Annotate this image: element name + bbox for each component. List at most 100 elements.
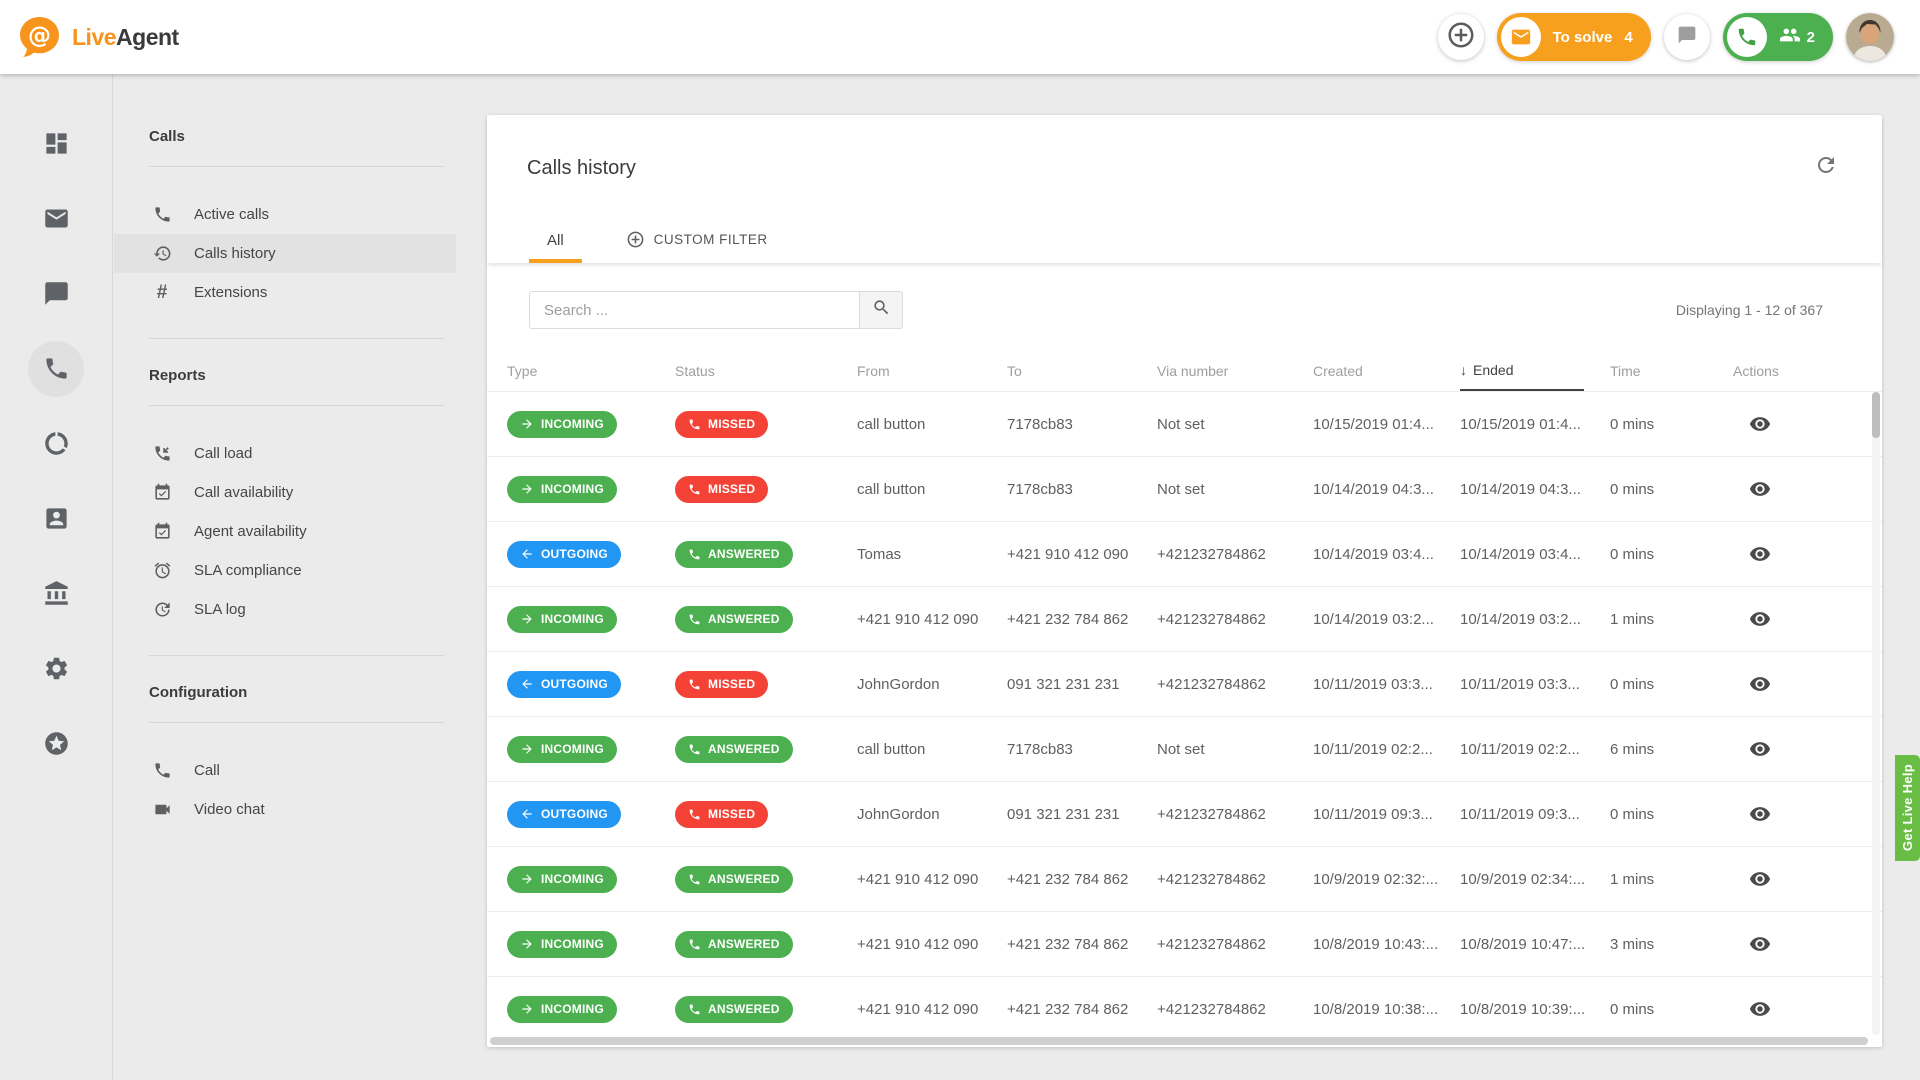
sidebar-item-label: SLA compliance [194, 562, 302, 579]
rail-item-reports[interactable] [0, 406, 112, 481]
column-header-type[interactable]: Type [507, 363, 675, 379]
vertical-scrollbar-thumb[interactable] [1872, 392, 1880, 438]
sidebar-item-call-availability[interactable]: Call availability [114, 473, 456, 512]
column-header-via-number[interactable]: Via number [1157, 363, 1313, 379]
eye-icon [1749, 868, 1771, 890]
sidebar-item-sla-log[interactable]: SLA log [114, 590, 456, 629]
cell-ended: 10/14/2019 03:2... [1460, 611, 1610, 628]
chats-button[interactable] [1664, 14, 1710, 60]
sidebar-item-calls-history[interactable]: Calls history [114, 234, 456, 273]
view-call-button[interactable] [1733, 673, 1862, 695]
cell-type: OUTGOING [507, 671, 675, 698]
view-call-button[interactable] [1733, 803, 1862, 825]
cell-status: MISSED [675, 476, 857, 503]
dashboard-icon [43, 130, 70, 157]
rail-item-dashboard[interactable] [0, 106, 112, 181]
eye-icon [1749, 933, 1771, 955]
table-row[interactable]: INCOMINGANSWERED+421 910 412 090+421 232… [487, 586, 1882, 651]
tab-all[interactable]: All [529, 218, 582, 263]
rail-item-tickets[interactable] [0, 181, 112, 256]
phone-callback-icon [152, 444, 172, 463]
column-header-created[interactable]: Created [1313, 363, 1460, 379]
liveagent-logo[interactable]: @ LiveAgent [18, 15, 179, 59]
cell-status: ANSWERED [675, 541, 857, 568]
column-header-time[interactable]: Time [1610, 363, 1733, 379]
rail-item-chats[interactable] [0, 256, 112, 331]
sidebar-item-video-chat[interactable]: Video chat [114, 790, 456, 829]
cell-ended: 10/14/2019 04:3... [1460, 481, 1610, 498]
history-icon [152, 244, 172, 263]
arrow-right-icon [520, 742, 534, 756]
view-call-button[interactable] [1733, 738, 1862, 760]
sidebar-item-call[interactable]: Call [114, 751, 456, 790]
call-type-badge: INCOMING [507, 606, 617, 633]
sidebar-item-active-calls[interactable]: Active calls [114, 195, 456, 234]
cell-from: JohnGordon [857, 676, 1007, 693]
star-circle-icon [43, 730, 70, 757]
rail-item-company[interactable] [0, 556, 112, 631]
column-header-actions[interactable]: Actions [1733, 363, 1862, 379]
table-row[interactable]: OUTGOINGMISSEDJohnGordon091 321 231 231+… [487, 781, 1882, 846]
user-avatar[interactable] [1846, 13, 1894, 61]
refresh-button[interactable] [1814, 153, 1838, 182]
badge-label: ANSWERED [708, 1002, 780, 1016]
table-row[interactable]: INCOMINGMISSEDcall button7178cb83Not set… [487, 391, 1882, 456]
cell-time: 3 mins [1610, 936, 1733, 953]
column-header-status[interactable]: Status [675, 363, 857, 379]
sidebar-item-sla-compliance[interactable]: SLA compliance [114, 551, 456, 590]
cell-to: +421 232 784 862 [1007, 1001, 1157, 1018]
star-circle-icon [28, 716, 84, 772]
sidebar-item-call-load[interactable]: Call load [114, 434, 456, 473]
cell-via-number: +421232784862 [1157, 676, 1313, 693]
nav-section-calls: CallsActive callsCalls history#Extension… [114, 100, 456, 339]
calls-online-button[interactable]: 2 [1723, 13, 1833, 61]
search-input[interactable] [529, 291, 859, 329]
view-call-button[interactable] [1733, 543, 1862, 565]
view-call-button[interactable] [1733, 933, 1862, 955]
to-solve-button[interactable]: To solve 4 [1497, 13, 1651, 61]
cell-type: INCOMING [507, 996, 675, 1023]
call-type-badge: OUTGOING [507, 671, 621, 698]
rail-item-contacts[interactable] [0, 481, 112, 556]
rail-item-settings[interactable] [0, 631, 112, 706]
column-header-from[interactable]: From [857, 363, 1007, 379]
badge-label: MISSED [708, 807, 755, 821]
rail-item-getting-started[interactable] [0, 706, 112, 781]
nav-section-reports: ReportsCall loadCall availabilityAgent a… [114, 339, 456, 656]
column-header-ended[interactable]: ↓Ended [1460, 350, 1584, 391]
table-row[interactable]: INCOMINGANSWEREDcall button7178cb83Not s… [487, 716, 1882, 781]
view-call-button[interactable] [1733, 868, 1862, 890]
call-status-badge: ANSWERED [675, 606, 793, 633]
rail-item-calls[interactable] [0, 331, 112, 406]
sidebar-item-extensions[interactable]: #Extensions [114, 273, 456, 312]
cell-via-number: +421232784862 [1157, 936, 1313, 953]
phone-icon [152, 205, 172, 224]
view-call-button[interactable] [1733, 478, 1862, 500]
search-button[interactable] [859, 291, 903, 329]
horizontal-scrollbar[interactable] [490, 1037, 1868, 1045]
vertical-scrollbar[interactable] [1872, 392, 1880, 1035]
cell-from: +421 910 412 090 [857, 611, 1007, 628]
view-call-button[interactable] [1733, 608, 1862, 630]
table-row[interactable]: INCOMINGANSWERED+421 910 412 090+421 232… [487, 911, 1882, 976]
get-live-help-tab[interactable]: Get Live Help [1895, 755, 1920, 861]
people-icon [1779, 24, 1801, 50]
add-button[interactable] [1438, 14, 1484, 60]
sidebar-item-agent-availability[interactable]: Agent availability [114, 512, 456, 551]
cell-time: 1 mins [1610, 871, 1733, 888]
column-header-to[interactable]: To [1007, 363, 1157, 379]
tab-custom-filter[interactable]: CUSTOM FILTER [608, 216, 786, 263]
plus-circle-icon [1446, 20, 1476, 50]
chat-icon [1677, 25, 1697, 45]
chat-icon [43, 280, 70, 307]
view-call-button[interactable] [1733, 998, 1862, 1020]
table-row[interactable]: OUTGOINGANSWEREDTomas+421 910 412 090+42… [487, 521, 1882, 586]
table-row[interactable]: INCOMINGANSWERED+421 910 412 090+421 232… [487, 976, 1882, 1041]
table-row[interactable]: INCOMINGMISSEDcall button7178cb83Not set… [487, 456, 1882, 521]
cell-via-number: +421232784862 [1157, 546, 1313, 563]
badge-label: ANSWERED [708, 612, 780, 626]
view-call-button[interactable] [1733, 413, 1862, 435]
sidebar-item-label: Video chat [194, 801, 265, 818]
table-row[interactable]: OUTGOINGMISSEDJohnGordon091 321 231 231+… [487, 651, 1882, 716]
table-row[interactable]: INCOMINGANSWERED+421 910 412 090+421 232… [487, 846, 1882, 911]
